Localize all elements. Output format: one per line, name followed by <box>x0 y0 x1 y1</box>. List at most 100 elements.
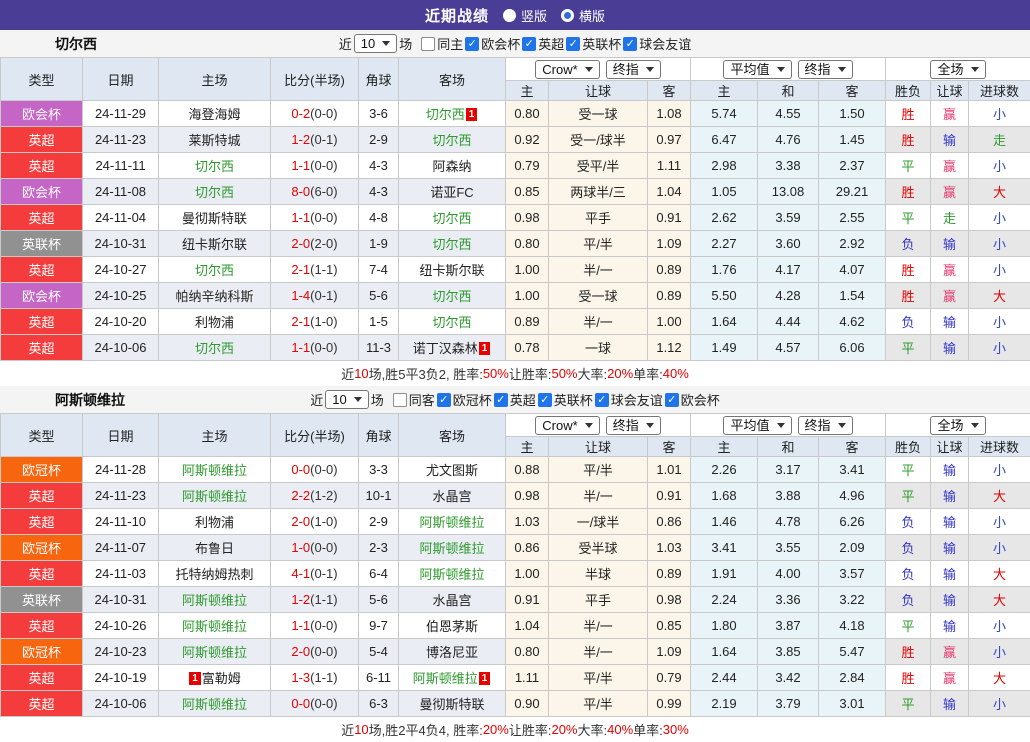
away-team: 伯恩茅斯 <box>399 613 506 639</box>
home-team: 阿斯顿维拉 <box>159 639 271 665</box>
league-checkbox[interactable]: ✓ <box>465 37 479 51</box>
final-odds-select-2[interactable]: 终指 <box>798 416 853 435</box>
layout-radio-horizontal[interactable]: 横版 <box>561 6 605 25</box>
league-label: 欧冠杯 <box>453 390 492 409</box>
table-row: 欧会杯24-11-08切尔西8-0(6-0)4-3诺亚FC0.85两球半/三1.… <box>1 179 1030 205</box>
away-team: 切尔西 <box>399 205 506 231</box>
odds-away: 0.91 <box>648 205 691 231</box>
team-name-text: 曼彻斯特联 <box>419 697 484 712</box>
team-name-text: 切尔西 <box>432 211 471 226</box>
league-checkbox[interactable]: ✓ <box>665 393 679 407</box>
corner-count: 3-6 <box>359 101 399 127</box>
bookmaker-select[interactable]: Crow* <box>535 60 599 79</box>
average-select[interactable]: 平均值 <box>723 60 791 79</box>
match-date: 24-11-29 <box>83 101 159 127</box>
avg-draw: 13.08 <box>758 179 819 205</box>
score: 0-0(0-0) <box>271 457 359 483</box>
league-checkbox[interactable]: ✓ <box>522 37 536 51</box>
same-venue-checkbox[interactable] <box>393 393 407 407</box>
final-odds-select[interactable]: 终指 <box>606 60 661 79</box>
league-type-badge: 英超 <box>1 561 83 587</box>
odds-away: 1.12 <box>648 335 691 361</box>
same-venue-label: 同主 <box>437 34 463 53</box>
half-score: (0-0) <box>310 644 337 659</box>
league-checkbox[interactable]: ✓ <box>538 393 552 407</box>
away-team: 切尔西 <box>399 283 506 309</box>
away-team: 诺亚FC <box>399 179 506 205</box>
score: 2-0(0-0) <box>271 639 359 665</box>
league-label: 英超 <box>538 34 564 53</box>
handicap-line: 平/半 <box>549 457 648 483</box>
result-outcome: 负 <box>886 309 931 335</box>
league-checkbox[interactable]: ✓ <box>437 393 451 407</box>
league-checkbox[interactable]: ✓ <box>595 393 609 407</box>
avg-draw: 3.87 <box>758 613 819 639</box>
match-date: 24-10-19 <box>83 665 159 691</box>
league-type-badge: 英超 <box>1 613 83 639</box>
team-name-text: 纽卡斯尔联 <box>182 237 247 252</box>
handicap-outcome: 输 <box>931 535 969 561</box>
table-row: 英超24-11-03托特纳姆热刺4-1(0-1)6-4阿斯顿维拉1.00半球0.… <box>1 561 1030 587</box>
odds-selects-cell: Crow* 终指 <box>506 58 691 81</box>
match-date: 24-10-06 <box>83 335 159 361</box>
avg-draw: 4.55 <box>758 101 819 127</box>
full-score: 8-0 <box>291 184 310 199</box>
league-checkbox[interactable]: ✓ <box>566 37 580 51</box>
handicap-outcome: 输 <box>931 561 969 587</box>
chevron-down-icon <box>585 67 593 72</box>
team-name-text: 阿斯顿维拉 <box>182 645 247 660</box>
table-row: 英超24-11-11切尔西1-1(0-0)4-3阿森纳0.79受平/半1.112… <box>1 153 1030 179</box>
col-header-away-avg: 客 <box>819 437 886 457</box>
odds-selects-cell: Crow* 终指 <box>506 414 691 437</box>
goals-outcome: 小 <box>969 509 1030 535</box>
league-checkbox[interactable]: ✓ <box>494 393 508 407</box>
layout-radio-vertical[interactable]: 竖版 <box>503 6 547 25</box>
summary-segment: 30% <box>663 722 689 737</box>
odds-home: 0.98 <box>506 483 549 509</box>
goals-outcome: 小 <box>969 457 1030 483</box>
final-odds-select[interactable]: 终指 <box>606 416 661 435</box>
average-select[interactable]: 平均值 <box>723 416 791 435</box>
avg-draw: 4.44 <box>758 309 819 335</box>
bookmaker-select[interactable]: Crow* <box>535 416 599 435</box>
match-count-select[interactable]: 10 <box>354 34 397 53</box>
match-date: 24-10-31 <box>83 231 159 257</box>
table-row: 英超24-10-20利物浦2-1(1-0)1-5切尔西0.89半/一1.001.… <box>1 309 1030 335</box>
col-header-score: 比分(半场) <box>271 414 359 457</box>
fulltime-select[interactable]: 全场 <box>930 416 985 435</box>
home-team: 莱斯特城 <box>159 127 271 153</box>
match-count-select[interactable]: 10 <box>325 390 368 409</box>
home-team: 切尔西 <box>159 179 271 205</box>
odds-home: 0.80 <box>506 639 549 665</box>
odds-away: 0.89 <box>648 283 691 309</box>
result-outcome: 胜 <box>886 257 931 283</box>
summary-segment: 10 <box>354 722 368 737</box>
same-venue-checkbox[interactable] <box>421 37 435 51</box>
fulltime-select[interactable]: 全场 <box>930 60 985 79</box>
team-name-text: 阿斯顿维拉 <box>182 619 247 634</box>
team-name-text: 布鲁日 <box>195 541 234 556</box>
score: 8-0(6-0) <box>271 179 359 205</box>
odds-away: 1.03 <box>648 535 691 561</box>
final-odds-select-2[interactable]: 终指 <box>798 60 853 79</box>
corner-count: 5-6 <box>359 283 399 309</box>
avg-away: 2.84 <box>819 665 886 691</box>
odds-away: 0.89 <box>648 257 691 283</box>
league-label: 英联杯 <box>582 34 621 53</box>
avg-home: 1.64 <box>691 639 758 665</box>
match-date: 24-10-31 <box>83 587 159 613</box>
radio-horizontal-label: 横版 <box>579 6 605 25</box>
match-date: 24-11-28 <box>83 457 159 483</box>
col-header-handicap-result: 让球 <box>931 437 969 457</box>
odds-home: 1.04 <box>506 613 549 639</box>
avg-away: 3.41 <box>819 457 886 483</box>
home-team: 切尔西 <box>159 257 271 283</box>
chevron-down-icon <box>354 397 362 402</box>
avg-away: 3.57 <box>819 561 886 587</box>
odds-home: 0.80 <box>506 101 549 127</box>
avg-draw: 3.88 <box>758 483 819 509</box>
league-checkbox[interactable]: ✓ <box>623 37 637 51</box>
team-name-text: 帕纳辛纳科斯 <box>175 289 253 304</box>
near-label: 近 <box>310 390 323 409</box>
summary-segment: 场,胜2平4负4, 胜率: <box>369 720 483 739</box>
